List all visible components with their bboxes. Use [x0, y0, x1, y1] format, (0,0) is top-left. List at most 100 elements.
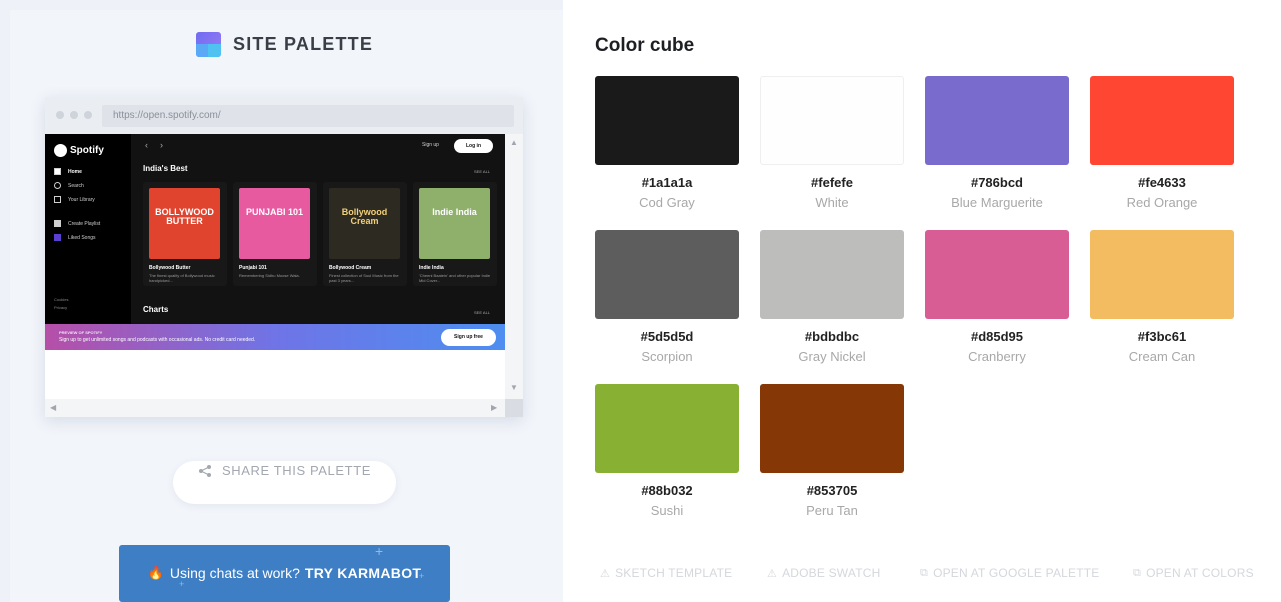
- library-icon: [54, 196, 61, 203]
- color-hex[interactable]: #f3bc61: [1090, 329, 1234, 344]
- color-swatch[interactable]: [1090, 230, 1234, 319]
- sparkle-icon: +: [375, 545, 384, 559]
- card-art: Bollywood Cream: [329, 188, 400, 259]
- color-swatch[interactable]: [595, 230, 739, 319]
- color-name: Sushi: [650, 503, 684, 518]
- spotify-topbar: ‹ › Sign up Log in: [131, 134, 505, 158]
- share-label: SHARE THIS PALETTE: [221, 463, 372, 478]
- spotify-card: Bollywood Cream Bollywood Cream Finest c…: [323, 182, 407, 286]
- vertical-scrollbar[interactable]: ▲ ▼: [505, 134, 523, 399]
- color-name: Peru Tan: [806, 503, 858, 518]
- external-link-icon: ⧉: [1133, 566, 1142, 579]
- card-desc: The finest quality of Bollywood music ha…: [149, 273, 215, 283]
- share-palette-button[interactable]: SHARE THIS PALETTE: [173, 461, 396, 504]
- spotify-footer-link: Privacy: [54, 305, 68, 310]
- color-swatch[interactable]: [760, 76, 904, 165]
- window-dot-icon: [84, 111, 92, 119]
- colors-link[interactable]: ⧉ OPEN AT COLORS: [1133, 566, 1254, 580]
- card-title: Punjabi 101: [239, 265, 267, 271]
- spotify-see-all: SEE ALL: [474, 310, 491, 315]
- color-swatch[interactable]: [595, 76, 739, 165]
- card-art: BOLLYWOOD BUTTER: [149, 188, 220, 259]
- promo-cta: TRY KARMABOT: [304, 565, 422, 581]
- spotify-signup: Sign up: [422, 142, 439, 148]
- spotify-nav-library: Your Library: [54, 196, 95, 203]
- color-swatch[interactable]: [595, 384, 739, 473]
- card-art: Indie India: [419, 188, 490, 259]
- card-title: Indie India: [419, 265, 444, 271]
- back-arrow-icon: ‹: [145, 140, 148, 150]
- card-desc: Remembering Sidhu Moose Wala.: [239, 273, 300, 278]
- color-hex[interactable]: #fefefe: [760, 175, 904, 190]
- card-title: Bollywood Butter: [149, 265, 191, 271]
- spotify-logo-icon: [54, 144, 67, 157]
- color-hex[interactable]: #bdbdbc: [760, 329, 904, 344]
- color-name: Blue Marguerite: [951, 195, 1043, 210]
- external-link-icon: ⧉: [920, 566, 929, 579]
- color-hex[interactable]: #853705: [760, 483, 904, 498]
- heart-icon: [54, 234, 61, 241]
- color-name: White: [815, 195, 849, 210]
- banner-button: Sign up free: [441, 329, 496, 346]
- color-hex[interactable]: #5d5d5d: [595, 329, 739, 344]
- horizontal-scrollbar[interactable]: ◀ ▶: [45, 399, 505, 417]
- palette-title: Color cube: [595, 35, 695, 56]
- spotify-login: Log in: [454, 139, 493, 153]
- color-swatch[interactable]: [925, 76, 1069, 165]
- spotify-card: PUNJABI 101 Punjabi 101 Remembering Sidh…: [233, 182, 317, 286]
- plus-icon: [54, 220, 61, 227]
- spotify-nav-home: Home: [54, 168, 82, 175]
- banner-title: PREVIEW OF SPOTIFY: [59, 330, 103, 335]
- spotify-page: Spotify Home Search Your Library Create …: [45, 134, 505, 350]
- banner-text: Sign up to get unlimited songs and podca…: [59, 337, 256, 343]
- spotify-card: Indie India Indie India 'Cheeni Baatein'…: [413, 182, 497, 286]
- color-hex[interactable]: #1a1a1a: [595, 175, 739, 190]
- scroll-left-icon[interactable]: ◀: [50, 403, 56, 412]
- color-swatch[interactable]: [760, 384, 904, 473]
- scroll-up-icon[interactable]: ▲: [510, 138, 518, 147]
- color-swatch[interactable]: [1090, 76, 1234, 165]
- sketch-icon: ⚠: [600, 567, 611, 580]
- scroll-right-icon[interactable]: ▶: [491, 403, 497, 412]
- search-icon: [54, 182, 61, 189]
- card-desc: 'Cheeni Baatein' and other popular Indie…: [419, 273, 491, 283]
- color-hex[interactable]: #d85d95: [925, 329, 1069, 344]
- sparkle-icon: +: [419, 571, 425, 581]
- color-name: Cod Gray: [639, 195, 695, 210]
- adobe-icon: ⚠: [767, 567, 778, 580]
- spotify-section-title: Charts: [143, 305, 169, 314]
- color-name: Cranberry: [968, 349, 1026, 364]
- color-hex[interactable]: #786bcd: [925, 175, 1069, 190]
- color-swatch[interactable]: [925, 230, 1069, 319]
- browser-toolbar: https://open.spotify.com/: [45, 97, 523, 134]
- spotify-card: BOLLYWOOD BUTTER Bollywood Butter The fi…: [143, 182, 227, 286]
- card-title: Bollywood Cream: [329, 265, 372, 271]
- color-name: Gray Nickel: [798, 349, 866, 364]
- spotify-footer-link: Cookies: [54, 297, 69, 302]
- adobe-swatch-link[interactable]: ⚠ ADOBE SWATCH: [767, 566, 880, 580]
- color-hex[interactable]: #88b032: [595, 483, 739, 498]
- sparkle-icon: +: [179, 579, 185, 589]
- color-name: Red Orange: [1126, 195, 1198, 210]
- palette-logo-icon: [196, 32, 221, 57]
- site-screenshot: https://open.spotify.com/ Spotify Home S…: [45, 97, 523, 417]
- spotify-section-title: India's Best: [143, 164, 188, 173]
- card-art: PUNJABI 101: [239, 188, 310, 259]
- fire-icon: 🔥: [147, 565, 164, 580]
- google-palette-link[interactable]: ⧉ OPEN AT GOOGLE PALETTE: [920, 566, 1100, 580]
- spotify-see-all: SEE ALL: [474, 169, 491, 174]
- brand-logo[interactable]: SITE PALETTE: [196, 32, 373, 57]
- color-hex[interactable]: #fe4633: [1090, 175, 1234, 190]
- share-icon: [198, 465, 211, 477]
- spotify-signup-banner: PREVIEW OF SPOTIFY Sign up to get unlimi…: [45, 324, 505, 350]
- url-bar: https://open.spotify.com/: [102, 105, 514, 127]
- karmabot-promo-banner[interactable]: + + + 🔥 Using chats at work? TRY KARMABO…: [119, 545, 450, 602]
- forward-arrow-icon: ›: [160, 140, 163, 150]
- color-swatch[interactable]: [760, 230, 904, 319]
- scrollbar-corner: [505, 399, 523, 417]
- sketch-template-link[interactable]: ⚠ SKETCH TEMPLATE: [600, 566, 732, 580]
- scroll-down-icon[interactable]: ▼: [510, 383, 518, 392]
- preview-panel: SITE PALETTE https://open.spotify.com/ S…: [0, 0, 563, 602]
- color-name: Scorpion: [641, 349, 693, 364]
- card-desc: Finest collection of Soul Music from the…: [329, 273, 399, 283]
